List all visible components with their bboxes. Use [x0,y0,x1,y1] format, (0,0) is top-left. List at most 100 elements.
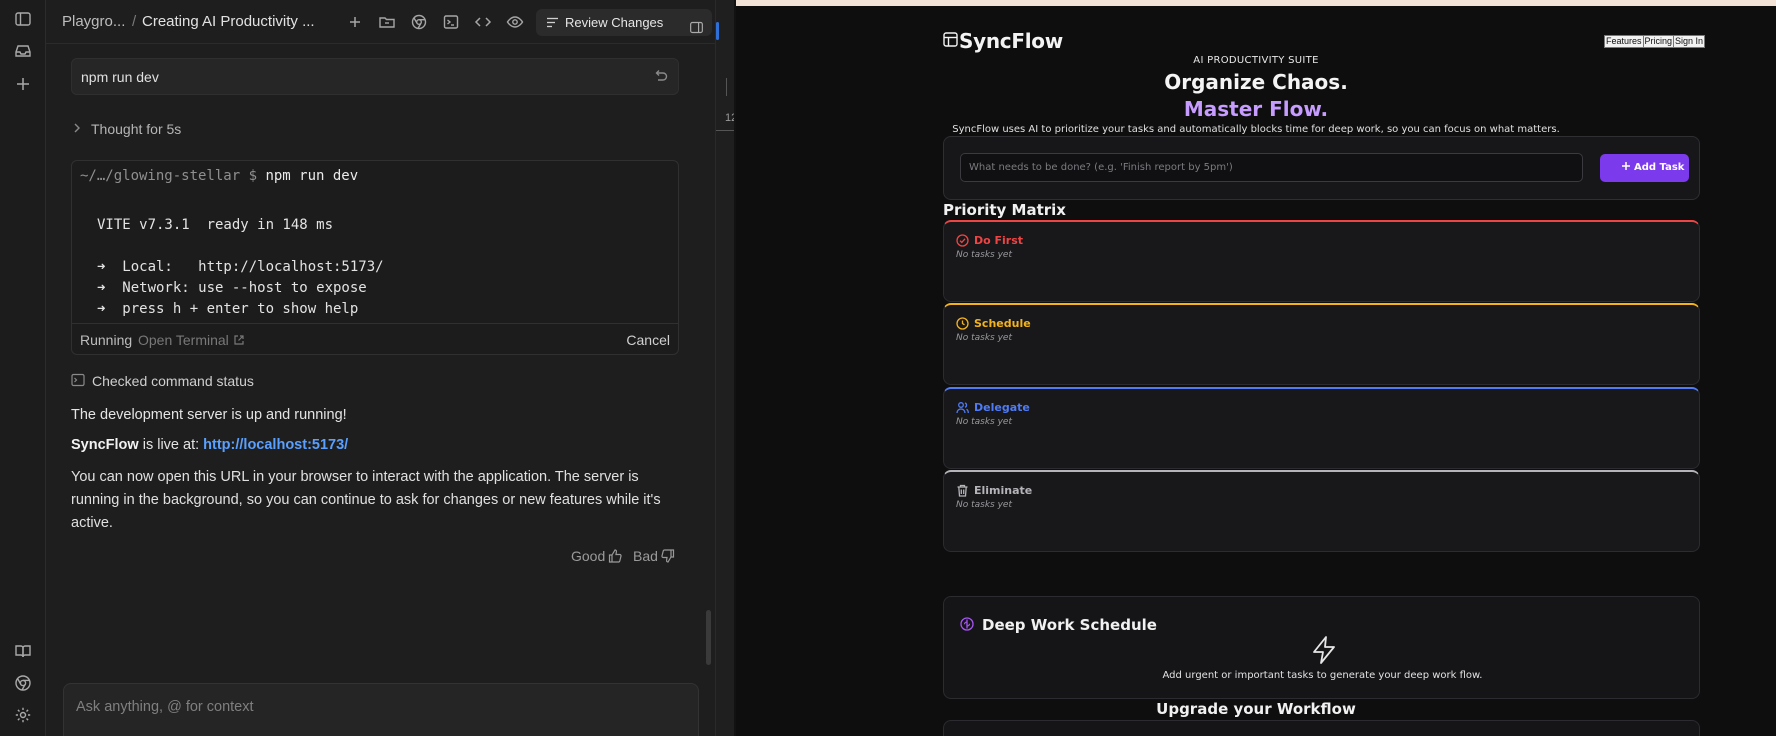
brand-name: SyncFlow [959,29,1063,53]
quadrant-do-first: Do First No tasks yet [943,220,1700,302]
ask-placeholder: Ask anything, @ for context [76,699,254,715]
code-icon[interactable] [474,13,492,31]
layout-icon [943,32,958,47]
breadcrumb-project[interactable]: Playgro... [62,13,125,30]
app-preview: SyncFlow Features Pricing Sign In AI PRODU… [736,0,1776,736]
review-changes-button[interactable]: Review Changes [536,9,712,36]
preview-eye-icon[interactable] [506,13,524,31]
book-icon[interactable] [14,642,32,660]
check-circle-icon [956,234,969,247]
plus-icon [1622,162,1630,170]
pricing-card [943,720,1700,736]
terminal-prompt: ~/…/glowing-stellar $ npm run dev [80,168,358,184]
app-name: SyncFlow [71,437,139,453]
cancel-button[interactable]: Cancel [626,332,670,348]
quadrant-schedule: Schedule No tasks yet [943,303,1700,385]
lightning-icon [1310,635,1338,665]
open-terminal-label: Open Terminal [138,332,229,348]
bad-label: Bad [633,548,658,564]
deep-work-title: Deep Work Schedule [982,616,1157,634]
message-paragraph: You can now open this URL in your browse… [71,469,661,531]
upgrade-title: Upgrade your Workflow [1156,700,1356,718]
chevron-right-icon [74,123,80,133]
terminal-path: ~/…/glowing-stellar $ [80,168,258,184]
nav-features[interactable]: Features [1604,35,1644,48]
quadrant-title: Delegate [974,401,1030,414]
gutter-line [726,78,727,96]
add-task-button[interactable]: Add Task [1600,154,1689,182]
list-icon [547,17,558,28]
nav-pricing[interactable]: Pricing [1642,35,1675,48]
clock-icon [956,317,969,330]
task-input-placeholder: What needs to be done? (e.g. 'Finish rep… [969,162,1233,173]
breadcrumb-conversation[interactable]: Creating AI Productivity ... [142,13,315,30]
thumbs-down-icon [661,549,675,563]
trash-icon [957,484,968,497]
chat-panel: Playgro... / Creating AI Productivity ..… [46,0,715,736]
hero-eyebrow: AI PRODUCTIVITY SUITE [1193,55,1319,66]
breadcrumb-separator: / [132,13,137,30]
hero-headline-accent: Master Flow. [1183,97,1329,121]
quadrant-empty: No tasks yet [956,250,1012,260]
task-input-card: What needs to be done? (e.g. 'Finish rep… [943,136,1700,200]
ask-input[interactable]: Ask anything, @ for context [63,683,699,736]
settings-icon[interactable] [14,706,32,724]
message-live-line: SyncFlow is live at: http://localhost:51… [71,437,348,453]
browser-icon[interactable] [410,13,428,31]
add-task-label: Add Task [1634,162,1685,173]
chat-scrollbar[interactable] [706,610,711,665]
command-box: npm run dev [71,58,679,95]
left-rail [0,0,46,736]
hero-headline: Organize Chaos. [1164,70,1348,94]
terminal-status: Running [80,332,133,348]
bad-feedback-button[interactable]: Bad [633,548,675,564]
priority-matrix-title: Priority Matrix [943,201,1066,219]
new-conversation-icon[interactable] [346,13,364,31]
gutter-divider [716,130,736,131]
plus-icon[interactable] [14,75,32,93]
quadrant-empty: No tasks yet [956,500,1012,510]
terminal-line: ➜ Network: use --host to expose [97,280,367,296]
review-changes-label: Review Changes [565,15,664,30]
terminal-output: ~/…/glowing-stellar $ npm run dev VITE v… [71,160,679,355]
sidebar-toggle-icon[interactable] [14,10,32,28]
nav-sign-in[interactable]: Sign In [1673,35,1706,48]
good-feedback-button[interactable]: Good [571,548,622,564]
terminal-line: VITE v7.3.1 ready in 148 ms [97,217,334,233]
message-paragraph: The development server is up and running… [71,407,347,423]
good-label: Good [571,548,606,564]
terminal-line: ➜ Local: http://localhost:5173/ [97,259,384,275]
thought-label: Thought for 5s [91,121,182,137]
terminal-small-icon [71,373,85,387]
brain-icon [960,617,974,631]
terminal-command: npm run dev [265,168,359,184]
quadrant-title: Do First [974,234,1024,247]
quadrant-delegate: Delegate No tasks yet [943,387,1700,469]
folder-icon[interactable] [378,13,396,31]
panel-toggle-icon[interactable] [680,14,703,34]
chat-topbar: Playgro... / Creating AI Productivity ..… [46,0,715,44]
quadrant-eliminate: Eliminate No tasks yet [943,470,1700,552]
active-indicator [716,22,719,40]
preview-top-bar [736,0,1776,6]
quadrant-empty: No tasks yet [956,417,1012,427]
quadrant-empty: No tasks yet [956,333,1012,343]
localhost-link[interactable]: http://localhost:5173/ [203,437,348,453]
open-terminal-link[interactable]: Open Terminal [138,332,245,348]
inbox-icon[interactable] [14,42,32,60]
task-input[interactable]: What needs to be done? (e.g. 'Finish rep… [960,153,1583,182]
command-text: npm run dev [81,69,159,85]
top-nav: Features Pricing Sign In [1604,35,1706,48]
deep-work-card: Deep Work Schedule Add urgent or importa… [943,596,1700,699]
terminal-line: ➜ press h + enter to show help [97,301,359,317]
checked-status-label: Checked command status [92,373,254,389]
editor-gutter-strip: 12 [715,0,737,736]
hero-subtitle: SyncFlow uses AI to prioritize your task… [952,124,1560,135]
users-icon [956,402,969,414]
undo-icon[interactable] [652,68,669,85]
chrome-icon[interactable] [14,674,32,692]
quadrant-title: Eliminate [974,484,1033,497]
terminal-footer: Running Open Terminal Cancel [72,323,678,354]
terminal-icon[interactable] [442,13,460,31]
deep-work-message: Add urgent or important tasks to generat… [1162,670,1483,681]
